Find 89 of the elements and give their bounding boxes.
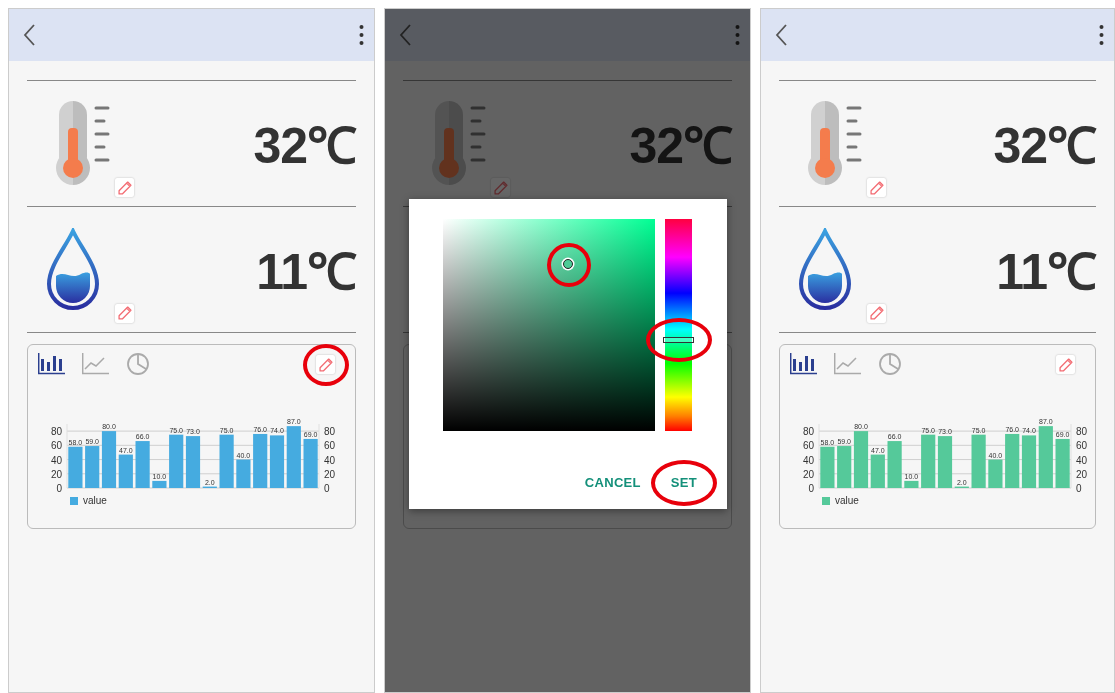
saturation-value-field[interactable] (443, 219, 655, 431)
bar (236, 459, 251, 488)
hue-slider-thumb[interactable] (663, 336, 694, 343)
chart-type-tab[interactable] (790, 353, 817, 375)
axis-label: 80 (1076, 426, 1088, 438)
edit-button[interactable] (867, 178, 886, 197)
more-menu-icon (735, 24, 740, 46)
back-button[interactable] (773, 22, 790, 48)
axis-label: 80 (802, 426, 814, 438)
axis-label: 20 (324, 468, 336, 480)
edit-button[interactable] (115, 303, 134, 323)
axis-label: 0 (808, 483, 814, 494)
back-icon (399, 24, 412, 46)
bar-chart-icon (38, 353, 65, 375)
menu-button[interactable] (1097, 22, 1106, 48)
bar (286, 426, 301, 488)
axis-label: 60 (324, 440, 336, 452)
axis-label: 20 (1076, 468, 1088, 480)
bar (921, 434, 936, 488)
edit-button[interactable] (1056, 355, 1075, 374)
hue-slider[interactable] (665, 219, 692, 431)
edit-button[interactable] (867, 303, 886, 323)
pencil-icon (117, 306, 132, 320)
back-icon (23, 24, 36, 46)
dialog-button[interactable]: CANCEL (582, 471, 643, 494)
thermometer-icon (54, 101, 110, 186)
chart-type-tab[interactable] (38, 353, 65, 375)
reading-value: 32℃ (993, 116, 1096, 176)
bar (253, 433, 268, 488)
pencil-icon (117, 180, 132, 195)
legend-label: value (835, 495, 859, 506)
pencil-icon (1058, 357, 1073, 372)
axis-label: 0 (324, 483, 330, 494)
bar (837, 446, 852, 488)
reading-value: 11℃ (996, 242, 1096, 302)
thermometer-icon (430, 101, 486, 186)
back-icon (775, 24, 788, 46)
edit-button[interactable] (491, 178, 510, 197)
axis-label: 20 (50, 468, 62, 480)
picker-thumb[interactable] (563, 259, 573, 269)
edit-button[interactable] (316, 355, 335, 374)
axis-label: 0 (56, 483, 62, 494)
axis-label: 40 (802, 454, 814, 466)
reading-value: 32℃ (629, 116, 732, 176)
edit-button[interactable] (115, 178, 134, 197)
pencil-icon (493, 180, 508, 195)
bar (269, 435, 285, 488)
back-button[interactable] (397, 22, 414, 48)
menu-button[interactable] (357, 22, 366, 48)
axis-label: 80 (324, 426, 336, 438)
bar (169, 434, 184, 488)
bar (1021, 435, 1037, 488)
bar-chart-icon (790, 353, 817, 375)
axis-label: 60 (802, 440, 814, 452)
pencil-icon (318, 357, 333, 372)
legend-label: value (83, 495, 107, 506)
bar (1055, 438, 1070, 488)
axis-label: 80 (50, 426, 62, 438)
bar (135, 441, 150, 488)
axis-label: 40 (50, 454, 62, 466)
bar (85, 446, 100, 488)
bar (68, 446, 83, 488)
bar (887, 441, 902, 488)
bar (219, 434, 234, 488)
pencil-icon (869, 306, 884, 320)
bar (152, 480, 167, 488)
reading-value: 11℃ (256, 242, 356, 302)
line-chart-icon (82, 353, 109, 375)
axis-label: 60 (1076, 440, 1088, 452)
axis-label: 0 (1076, 483, 1082, 494)
axis-label: 40 (1076, 454, 1088, 466)
bar (971, 434, 986, 488)
axis-label: 40 (324, 454, 336, 466)
more-menu-icon (1099, 24, 1104, 46)
bar (820, 446, 835, 488)
axis-label: 60 (50, 440, 62, 452)
bar (988, 459, 1003, 488)
bar (303, 438, 318, 488)
line-chart-icon (834, 353, 861, 375)
bar (904, 480, 919, 488)
dialog-button[interactable]: SET (668, 471, 699, 494)
back-button[interactable] (21, 22, 38, 48)
bar (1005, 433, 1020, 488)
pencil-icon (869, 180, 884, 195)
thermometer-icon (806, 101, 862, 186)
axis-label: 20 (802, 468, 814, 480)
more-menu-icon (359, 24, 364, 46)
reading-value: 32℃ (253, 116, 356, 176)
bar (1038, 426, 1053, 488)
